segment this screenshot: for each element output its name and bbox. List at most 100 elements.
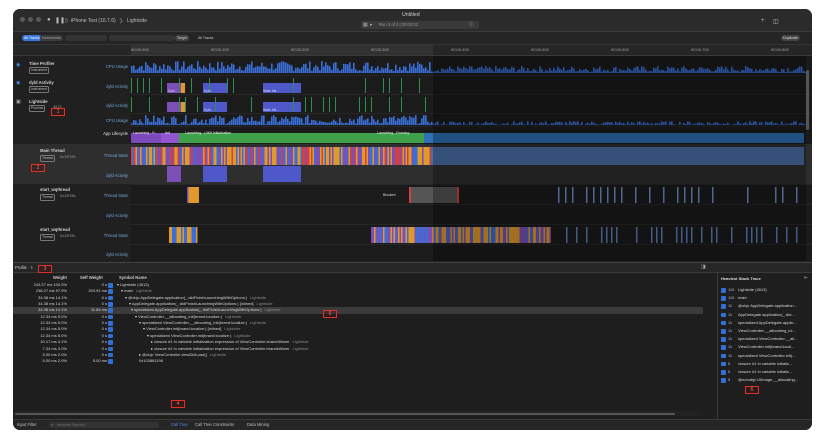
lifecycle-segment[interactable]: Init	[165, 131, 170, 135]
thread-state-segment	[308, 147, 310, 165]
lifecycle-segment[interactable]: Launching - UIKit Initialization	[185, 131, 231, 135]
call-tree-row[interactable]: 12.34 ms 5.0% 0 s ▾ specialized ViewContro…	[13, 333, 703, 339]
thread-state-segment	[399, 147, 401, 165]
all-tracks-pill[interactable]: All Tracks	[22, 35, 42, 41]
thread-state-segment	[196, 227, 198, 243]
tracks-scrollbar[interactable]	[806, 70, 809, 130]
cpu-bar	[261, 115, 263, 125]
heaviest-frame[interactable]: 11 ViewController.__allocating_ini...	[720, 327, 812, 335]
column-header-self-weight[interactable]: Self Weight	[80, 275, 103, 280]
minimize-window-button[interactable]	[28, 17, 33, 22]
all-tracks-label[interactable]: All Tracks	[196, 35, 216, 41]
thread-state-segment	[194, 187, 196, 203]
library-plus-icon[interactable]: +	[761, 18, 765, 24]
window-title: Untitled	[402, 12, 420, 18]
heaviest-frame[interactable]: 11 @objc AppDelegate.application...	[720, 302, 812, 310]
call-tree-constraints-tab[interactable]: Call Tree Constraints	[195, 422, 234, 427]
call-tree-row[interactable]: 34.38 ms 14.1% 0 s ▾ AppDelegate.applicati…	[13, 301, 703, 307]
thread-state-segment	[193, 227, 195, 243]
cpu-bar	[161, 120, 163, 125]
cpu-bar	[263, 115, 265, 125]
heaviest-frame[interactable]: 11 specialized ViewController.__all...	[720, 335, 812, 343]
column-header-symbol[interactable]: Symbol Name	[119, 275, 147, 280]
call-tree-row[interactable]: 5.00 ms 2.0% 0 s ▸ @objc ViewController.vi…	[13, 352, 703, 358]
pause-icon[interactable]: ❚❚	[55, 17, 65, 24]
call-tree-row[interactable]: 12.34 ms 5.0% 0 s ▾ ViewController.__alloc…	[13, 314, 703, 320]
heaviest-frame[interactable]: 5 @nonobjc UIImage.__allocating...	[720, 376, 812, 384]
heaviest-frame[interactable]: 11 ViewController.init(brand:local...	[720, 343, 812, 351]
cpu-bar	[337, 123, 339, 125]
sidebar-toggle-icon[interactable]: ◫	[773, 18, 779, 25]
cpu-bar	[403, 115, 405, 125]
cpu-bar	[309, 122, 311, 125]
cpu-bar	[139, 66, 141, 73]
heaviest-frame[interactable]: 119 main	[720, 294, 812, 302]
duplicate-button[interactable]: Duplicate	[781, 35, 800, 41]
call-tree-row[interactable]: 34.38 ms 14.1% 0 s ▾ @objc AppDelegate.app…	[13, 295, 703, 301]
profile-label[interactable]: Profile	[15, 265, 27, 270]
profile-chevron-icon[interactable]: ⇕	[30, 265, 33, 270]
symbol-name: ▾ ViewController.__allocating_init(brand…	[135, 313, 223, 319]
timeline-ruler[interactable]: 00:00.000 00:00.100 00:00.200 00:00.300 …	[13, 45, 812, 56]
heaviest-frame[interactable]: 11 specialized AppDelegate.applic...	[720, 319, 812, 327]
call-tree-scrollbar[interactable]	[13, 411, 703, 416]
dyld-tick	[365, 78, 366, 93]
data-mining-tab[interactable]: Data Mining	[247, 422, 269, 427]
run-chevron-icon[interactable]: ▸	[370, 21, 373, 29]
frame-count: 6	[728, 369, 731, 374]
collapse-icon[interactable]: ⇤	[804, 275, 808, 281]
input-filter-label[interactable]: Input Filter	[17, 422, 37, 427]
heaviest-frame[interactable]: 11 specialized ViewController.init(...	[720, 352, 812, 360]
target-pill[interactable]: Target	[175, 35, 189, 41]
call-tree-row[interactable]: 12.34 ms 5.0% 0 s ▾ ViewController.init(br…	[13, 326, 703, 332]
thread-state-segment	[175, 227, 177, 243]
ruler-selection[interactable]	[131, 45, 433, 55]
call-tree-row[interactable]: 238.27 ms 97.9% 253.91 ms ▾ main Lightside	[13, 288, 703, 294]
target-app[interactable]: Lightside	[127, 18, 147, 24]
column-header-weight[interactable]: Weight	[53, 275, 67, 280]
heaviest-frame[interactable]: 6 closure #1 in variable initializ...	[720, 360, 812, 368]
target-device[interactable]: iPhone Test (16.7.6)	[71, 18, 116, 24]
cpu-bar	[377, 66, 379, 73]
cpu-bar	[393, 70, 395, 73]
call-tree-tab[interactable]: Call Tree	[171, 422, 188, 427]
tracks-area[interactable]: ◉ Time Profiler Instrument CPU Usage ◉ d…	[13, 56, 812, 261]
thread-state-segment	[249, 147, 251, 165]
thread-state-segment	[227, 147, 229, 165]
thread-state-segment	[380, 227, 382, 243]
filter-pill-4[interactable]	[109, 35, 175, 41]
info-icon[interactable]: ⓘ	[469, 21, 474, 29]
run-list-icon[interactable]: ▦	[363, 21, 368, 29]
lifecycle-segment[interactable]: Launching - P...	[133, 131, 157, 135]
cpu-bar	[143, 123, 145, 125]
close-window-button[interactable]	[20, 17, 25, 22]
symbol-search-input[interactable]: ⌕ Involves Symbol	[49, 422, 159, 428]
inspector-toggle-icon[interactable]: ◨	[701, 264, 706, 270]
record-icon[interactable]: ●	[47, 17, 51, 23]
heaviest-frame[interactable]: 11 AppDelegate.application(_:did...	[720, 311, 812, 319]
lifecycle-segment-bar	[161, 133, 179, 143]
filter-pill-3[interactable]	[65, 35, 107, 41]
call-tree-row[interactable]: 10.17 ms 4.1% 0 s ▸ closure #1 in variable…	[13, 339, 703, 345]
lifecycle-segment[interactable]: Launching - Running	[377, 131, 409, 135]
call-tree-row[interactable]: 7.34 ms 3.0% 0 s ▸ closure #1 in variable …	[13, 346, 703, 352]
user-code-icon	[721, 361, 726, 367]
scroll-thumb[interactable]	[15, 412, 675, 415]
self-weight-cell: 0 s	[101, 313, 107, 319]
call-tree-row[interactable]: 12.34 ms 5.0% 0 s ▾ specialized ViewContro…	[13, 320, 703, 326]
cpu-bar	[159, 66, 161, 73]
thread-state-segment	[416, 227, 418, 243]
call-tree-row[interactable]: 243.27 ms 100.0% 0 s ▾ Lightside (4513)	[13, 282, 703, 288]
heaviest-frame[interactable]: 119 Lightside (4513)	[720, 286, 812, 294]
self-weight-cell: 0 s	[101, 282, 107, 287]
heaviest-frame[interactable]: 6 closure #1 in variable initializ...	[720, 368, 812, 376]
thread-state-segment	[407, 147, 409, 165]
cpu-bar	[353, 62, 355, 73]
call-tree-row[interactable]: 34.38 ms 14.1% 11.84 ms ▾ specialized AppD…	[13, 307, 703, 314]
call-tree[interactable]: Weight Self Weight Symbol Name 243.27 ms…	[13, 273, 703, 423]
instruments-pill[interactable]: Instruments	[40, 35, 63, 41]
run-status-field[interactable]: ▦ ▸ Run 3 of 3 | 00:00:02 ⓘ	[361, 21, 479, 29]
zoom-window-button[interactable]	[36, 17, 41, 22]
thread-state-segment	[317, 147, 319, 165]
call-tree-row[interactable]: 5.00 ms 2.0% 5.00 ms 0x103861198	[13, 358, 703, 364]
